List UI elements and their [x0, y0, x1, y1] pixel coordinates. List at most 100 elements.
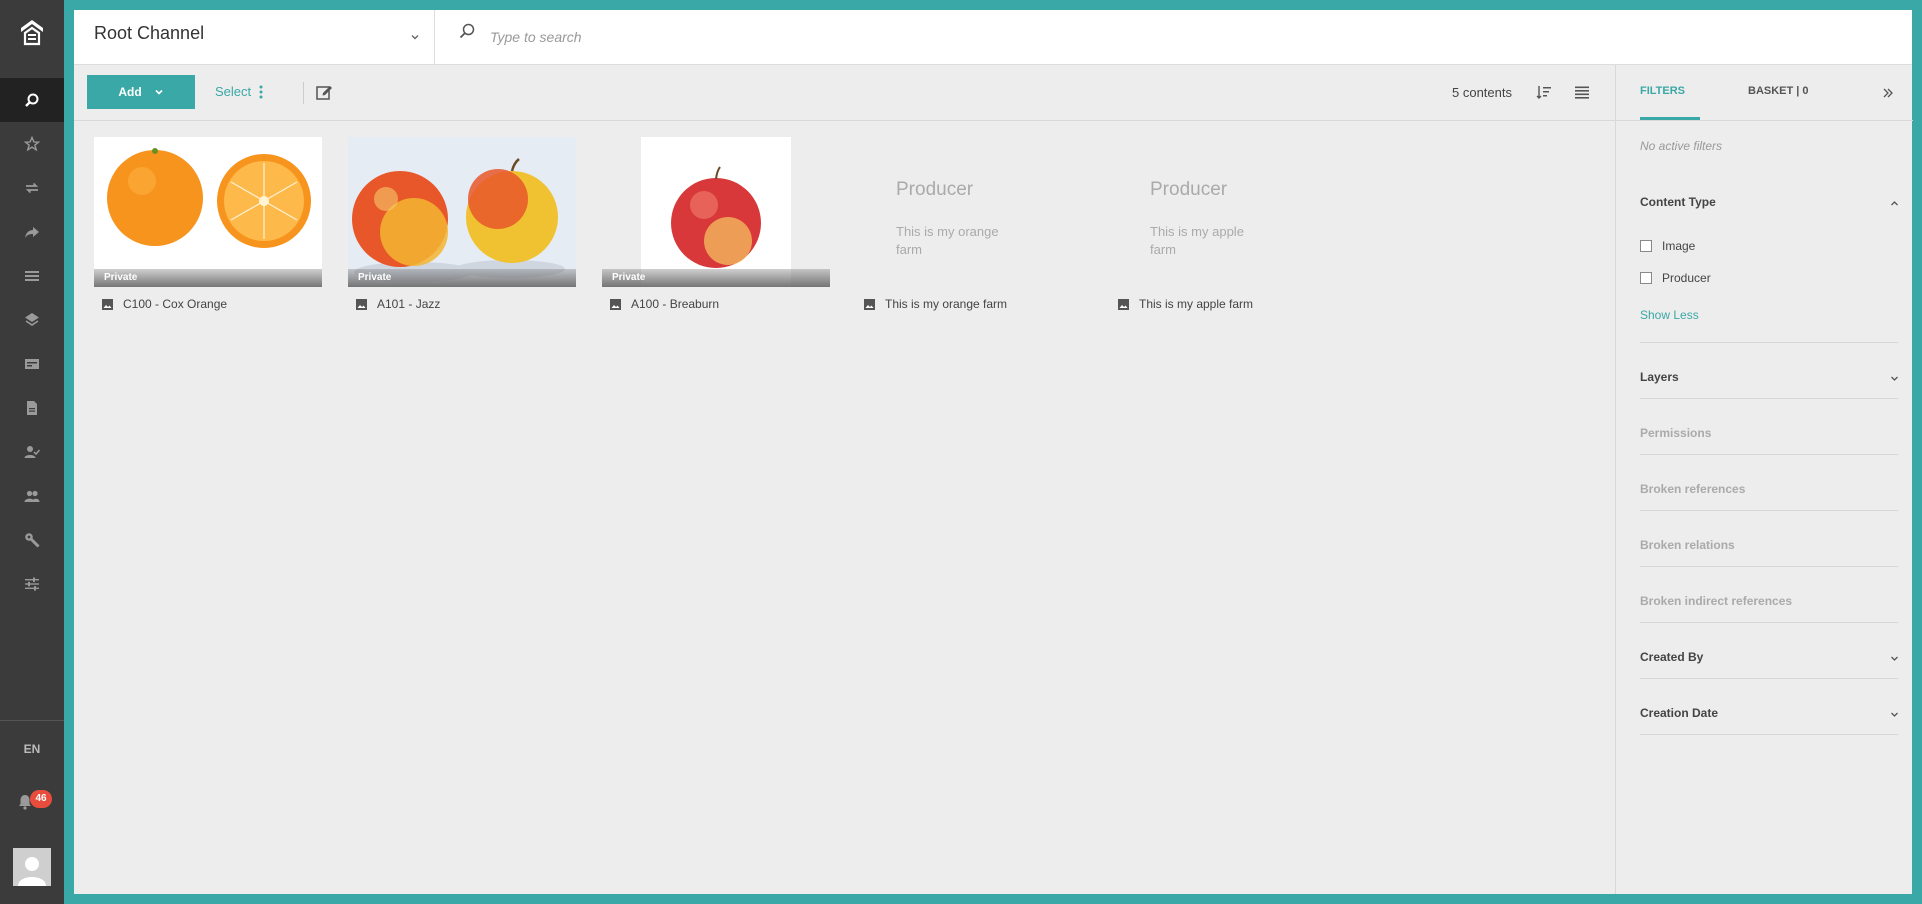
checkbox[interactable] — [1640, 272, 1652, 284]
filter-section-title: Layers — [1640, 370, 1679, 384]
users-icon — [24, 490, 40, 502]
apple-image — [602, 137, 830, 287]
main-sidebar: EN 46 — [0, 0, 64, 904]
filter-panel: FILTERS BASKET | 0 No active filters Con… — [1615, 65, 1913, 894]
image-icon — [1118, 298, 1129, 310]
filter-layers[interactable]: Layers — [1640, 370, 1898, 399]
sidebar-transfer[interactable] — [0, 166, 64, 210]
sidebar-settings[interactable] — [0, 562, 64, 606]
private-badge: Private — [602, 269, 830, 287]
apples-image — [348, 137, 576, 287]
content-toolbar: Add Select 5 contents — [74, 65, 1615, 121]
orange-image — [94, 137, 322, 287]
tab-basket[interactable]: BASKET | 0 — [1748, 85, 1809, 97]
filter-broken-relations[interactable]: Broken relations — [1640, 538, 1898, 567]
content-thumbnail: Producer This is my orange farm — [856, 137, 1084, 287]
producer-description: This is my apple farm — [1150, 224, 1244, 257]
filter-section-title[interactable]: Content Type — [1640, 195, 1716, 209]
filter-section-title: Creation Date — [1640, 706, 1719, 720]
content-thumbnail: Private — [348, 137, 576, 287]
language-switch[interactable]: EN — [0, 742, 64, 756]
sidebar-search[interactable] — [0, 78, 64, 122]
active-tab-indicator — [1640, 117, 1700, 120]
search-icon — [459, 23, 475, 39]
filter-option-producer[interactable]: Producer — [1640, 271, 1711, 285]
search-input[interactable] — [488, 22, 1192, 52]
chevron-down-icon — [1891, 712, 1898, 717]
image-icon — [864, 298, 875, 310]
sliders-icon — [25, 577, 39, 591]
filter-section-title: Created By — [1640, 650, 1704, 664]
card-caption: This is my apple farm — [1118, 297, 1253, 311]
card-caption: A100 - Breaburn — [610, 297, 719, 311]
panel-tabs: FILTERS BASKET | 0 — [1616, 65, 1913, 121]
producer-description: This is my orange farm — [896, 224, 999, 257]
sidebar-tools[interactable] — [0, 518, 64, 562]
top-bar: Root Channel — [74, 10, 1912, 65]
notifications-button[interactable]: 46 — [16, 790, 52, 814]
collapse-panel-icon[interactable] — [1882, 87, 1894, 99]
sort-icon[interactable] — [1536, 84, 1552, 100]
content-thumbnail: Private — [602, 137, 830, 287]
filter-option-image[interactable]: Image — [1640, 239, 1695, 253]
card-title: This is my apple farm — [1139, 297, 1254, 311]
list-view-icon[interactable] — [1574, 84, 1590, 100]
filter-section-title: Broken relations — [1640, 538, 1735, 552]
share-icon — [25, 227, 39, 238]
filter-section-title: Broken indirect references — [1640, 594, 1793, 608]
private-badge: Private — [348, 269, 576, 287]
card-caption: C100 - Cox Orange — [102, 297, 227, 311]
filter-broken-indirect-references[interactable]: Broken indirect references — [1640, 594, 1898, 623]
tab-filters[interactable]: FILTERS — [1640, 85, 1685, 97]
filter-content-type: Content Type Image Producer Show Less — [1640, 195, 1898, 343]
sidebar-cards[interactable] — [0, 342, 64, 386]
add-button[interactable]: Add — [87, 75, 195, 109]
filter-option-label: Producer — [1662, 271, 1711, 285]
layers-icon — [25, 313, 39, 326]
show-less-link[interactable]: Show Less — [1640, 308, 1699, 322]
sidebar-layers[interactable] — [0, 298, 64, 342]
transfer-icon — [25, 182, 39, 194]
filter-creation-date[interactable]: Creation Date — [1640, 706, 1898, 735]
list-icon — [25, 271, 39, 281]
content-count: 5 contents — [1452, 85, 1512, 100]
sidebar-documents[interactable] — [0, 386, 64, 430]
card-icon — [25, 359, 39, 369]
filter-permissions[interactable]: Permissions — [1640, 426, 1898, 455]
channel-selector[interactable]: Root Channel — [74, 10, 435, 64]
document-icon — [27, 401, 37, 415]
add-button-label: Add — [118, 85, 142, 99]
search-icon — [25, 93, 39, 107]
image-icon — [610, 298, 621, 310]
studio-logo-icon[interactable] — [0, 0, 64, 64]
card-title: This is my orange farm — [885, 297, 1008, 311]
sidebar-lists[interactable] — [0, 254, 64, 298]
avatar[interactable] — [13, 848, 51, 886]
select-label: Select — [215, 84, 252, 99]
image-icon — [356, 298, 367, 310]
filter-created-by[interactable]: Created By — [1640, 650, 1898, 679]
filter-broken-references[interactable]: Broken references — [1640, 482, 1898, 511]
sidebar-share[interactable] — [0, 210, 64, 254]
sidebar-divider — [0, 720, 64, 721]
chevron-up-icon[interactable] — [1890, 199, 1899, 208]
chevron-down-icon — [411, 35, 419, 40]
producer-title: Producer — [896, 179, 974, 200]
filter-section-title: Broken references — [1640, 482, 1746, 496]
no-active-filters: No active filters — [1640, 139, 1723, 153]
user-avatar-icon — [18, 857, 46, 886]
toolbar-divider — [303, 82, 304, 104]
bulk-edit-icon[interactable] — [315, 83, 333, 101]
select-button[interactable]: Select — [215, 84, 263, 99]
filter-section-title: Permissions — [1640, 426, 1712, 440]
user-check-icon — [24, 446, 40, 458]
app-window: Root Channel Add Select 5 contents — [74, 10, 1913, 894]
sidebar-favorites[interactable] — [0, 122, 64, 166]
channel-title: Root Channel — [94, 23, 205, 43]
sidebar-users[interactable] — [0, 474, 64, 518]
checkbox[interactable] — [1640, 240, 1652, 252]
chevron-down-icon — [1891, 656, 1898, 661]
content-thumbnail: Producer This is my apple farm — [1110, 137, 1338, 287]
sidebar-approvals[interactable] — [0, 430, 64, 474]
image-icon — [102, 298, 113, 310]
